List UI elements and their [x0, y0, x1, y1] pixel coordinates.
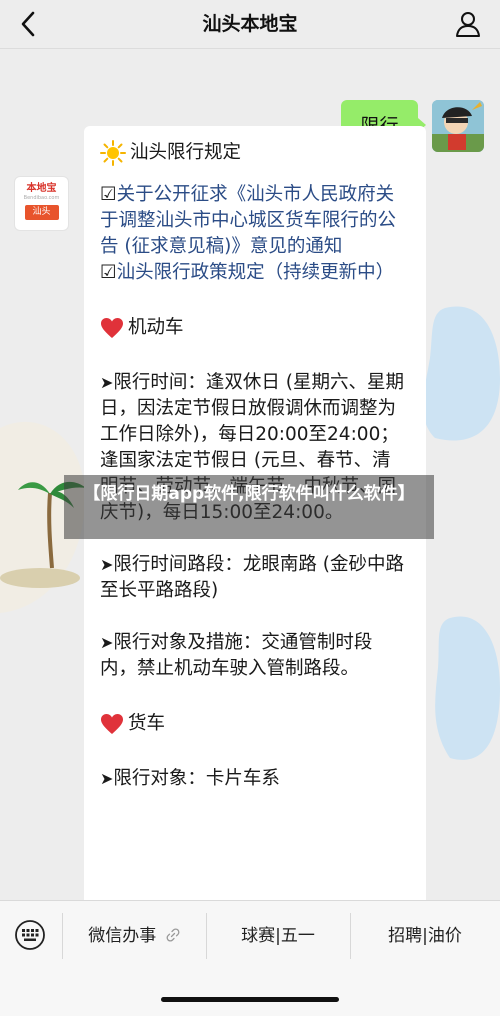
policy-link-1[interactable]: 关于公开征求《汕头市人民政府关于调整汕头市中心城区货车限行的公告 (征求意见稿)…	[100, 184, 396, 257]
sun-icon	[100, 140, 126, 166]
keyboard-toggle-button[interactable]	[10, 915, 50, 955]
heart-icon	[101, 714, 123, 734]
user-icon	[456, 12, 480, 37]
rule-text: 限行时间路段：龙眼南路 (金砂中路至长平路路段)	[100, 554, 405, 601]
link-icon	[166, 928, 180, 942]
rule-text: 限行对象：卡片车系	[113, 768, 280, 789]
menu-item-jobs[interactable]: 招聘|油价	[350, 911, 500, 961]
arrow-bullet-icon: ➤	[100, 633, 114, 652]
link-row-2: ☑汕头限行政策规定（持续更新中）	[100, 260, 408, 286]
rule-item: ➤限行对象及措施：交通管制时段内，禁止机动车驶入管制路段。	[100, 630, 408, 682]
menu-item-label: 招聘|油价	[388, 926, 462, 946]
reply-title-row: 汕头限行规定	[100, 136, 408, 170]
bot-avatar-logo-text: 本地宝	[26, 183, 57, 194]
bot-avatar[interactable]: 本地宝 Bendibao.com 汕头	[14, 176, 69, 231]
keyboard-icon	[15, 920, 45, 950]
profile-button[interactable]	[450, 6, 486, 42]
arrow-bullet-icon: ➤	[100, 769, 114, 788]
arrow-bullet-icon: ➤	[100, 373, 114, 392]
checkbox-icon: ☑	[100, 184, 117, 205]
menu-item-label: 球赛|五一	[241, 926, 315, 946]
checkbox-icon: ☑	[100, 262, 117, 283]
section-heading-truck: 货车	[100, 708, 408, 740]
rule-item: ➤限行时间路段：龙眼南路 (金砂中路至长平路路段)	[100, 552, 408, 604]
arrow-bullet-icon: ➤	[100, 555, 114, 574]
heart-icon	[101, 318, 123, 338]
link-row-1: ☑关于公开征求《汕头市人民政府关于调整汕头市中心城区货车限行的公告 (征求意见稿…	[100, 182, 408, 260]
article-title-overlay: 【限行日期app软件,限行软件叫什么软件】	[64, 475, 434, 539]
rule-item: ➤限行对象：卡片车系	[100, 766, 408, 792]
rule-text: 限行对象及措施：交通管制时段内，禁止机动车驶入管制路段。	[100, 632, 373, 679]
page-title: 汕头本地宝	[202, 13, 298, 35]
menu-item-label: 微信办事	[88, 926, 157, 946]
menu-item-wechat-services[interactable]: 微信办事	[62, 911, 206, 961]
section-label: 机动车	[128, 317, 184, 338]
home-indicator[interactable]	[161, 997, 339, 1002]
policy-link-2[interactable]: 汕头限行政策规定（持续更新中）	[117, 262, 395, 283]
section-label: 货车	[128, 713, 166, 734]
bot-avatar-domain: Bendibao.com	[23, 195, 60, 201]
reply-title: 汕头限行规定	[130, 142, 242, 163]
section-heading-vehicle: 机动车	[100, 312, 408, 344]
bot-avatar-city: 汕头	[24, 205, 59, 220]
bottom-menu-bar: 微信办事 球赛|五一 招聘|油价	[0, 900, 500, 1016]
chat-area[interactable]: 限行 本地宝 Bendibao.com 汕头	[0, 48, 500, 906]
menu-item-sports[interactable]: 球赛|五一	[206, 911, 350, 961]
top-bar: 汕头本地宝	[0, 0, 500, 49]
user-avatar[interactable]	[432, 100, 484, 152]
blob-decoration	[423, 306, 500, 441]
cartoon-avatar-image	[432, 100, 484, 152]
blob-decoration	[435, 616, 500, 760]
